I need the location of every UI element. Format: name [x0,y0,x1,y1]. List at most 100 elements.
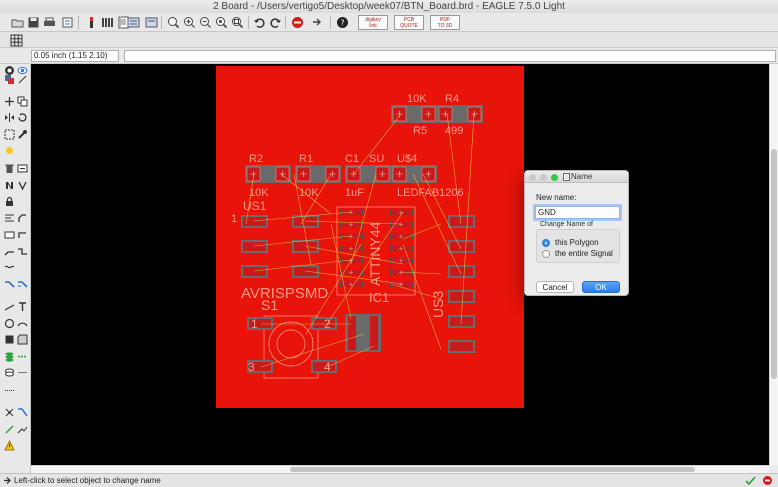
route-blue-icon[interactable] [3,278,15,290]
label-s1-pin3: 3 [248,360,255,374]
optimize-icon[interactable] [16,228,28,240]
main-toolbar: ? digikey link PCB QUOTE PDF TO 3D [0,13,778,32]
cancel-button[interactable]: Cancel [536,281,574,293]
attribute-icon[interactable] [16,366,28,378]
label-us1-pin1: 1 [231,213,237,225]
via-icon[interactable] [3,350,15,362]
minimize-button[interactable] [540,174,547,181]
stop-icon[interactable] [290,15,304,29]
display-layers-icon[interactable] [3,73,15,85]
ulp-list-icon[interactable] [144,15,158,29]
label-c1-name: C1 [345,153,359,165]
this-polygon-radio[interactable] [542,239,550,247]
undo-icon[interactable] [252,15,266,29]
close-button[interactable] [529,174,536,181]
miter-icon[interactable] [16,212,28,224]
value-icon[interactable] [16,179,28,191]
library-icon[interactable] [100,15,114,29]
hole-icon[interactable] [3,366,15,378]
open-icon[interactable] [10,15,24,29]
rect-icon[interactable] [3,333,15,345]
run-ulp-icon[interactable] [126,15,140,29]
polygon-icon[interactable] [16,333,28,345]
zoom-in-icon[interactable] [182,15,196,29]
pdf-to-3d-button[interactable]: PDF TO 3D [430,15,460,30]
cam-icon[interactable] [60,15,74,29]
redo-icon[interactable] [268,15,282,29]
dimension-icon[interactable] [3,384,15,396]
warning-icon[interactable] [3,439,15,451]
digikey-link-button[interactable]: digikey link [358,15,388,30]
ok-button[interactable]: OK [582,281,620,293]
delete-icon[interactable] [3,162,15,174]
arc-icon[interactable] [16,317,28,329]
print-icon[interactable] [42,15,56,29]
copy-icon[interactable] [16,95,28,107]
document-icon [563,173,570,181]
label-r5-name: R5 [413,125,427,137]
errors-icon[interactable] [16,423,28,435]
coordinate-bar: 0.05 inch (1.15 2.10) [0,48,778,64]
pcb-quote-button[interactable]: PCB QUOTE [394,15,424,30]
line-icon[interactable] [3,300,15,312]
board-switch-icon[interactable] [84,15,98,29]
dialog-title: Name [571,172,593,181]
signal-icon[interactable] [16,350,28,362]
entire-signal-label: the entire Signal [555,249,613,258]
go-icon[interactable] [310,15,324,29]
wire-icon[interactable] [3,261,15,273]
change-name-group: this Polygon the entire Signal [536,229,620,263]
label-c1-value: 1uF [345,187,364,199]
label-su-name: SU [369,153,384,165]
change-icon[interactable] [16,128,28,140]
auto-icon[interactable] [16,406,28,418]
move-icon[interactable] [3,95,15,107]
label-u4-name: U$4 [397,153,417,165]
add-icon[interactable] [16,162,28,174]
vertical-scrollbar[interactable] [769,64,778,465]
lock-icon[interactable] [3,195,15,207]
entire-signal-radio[interactable] [542,250,550,258]
paste-icon[interactable] [3,144,15,156]
ratsnest-icon[interactable] [3,406,15,418]
eagle-window: 2 Board - /Users/vertigo5/Desktop/week07… [0,0,778,487]
autoroute-icon[interactable] [16,278,28,290]
label-us1-name: US1 [243,199,267,213]
zoom-button[interactable] [551,174,558,181]
window-title-bar: 2 Board - /Users/vertigo5/Desktop/week07… [0,0,778,13]
smash-icon[interactable] [3,212,15,224]
save-icon[interactable] [26,15,40,29]
split-icon[interactable] [3,228,15,240]
tool-palette [0,64,31,473]
parameter-toolbar [0,32,778,48]
zoom-redraw-icon[interactable] [214,15,228,29]
group-icon[interactable] [3,128,15,140]
ripup-icon[interactable] [16,245,28,257]
label-r2-value: 10K [249,187,269,199]
label-r2-name: R2 [249,153,263,165]
mirror-icon[interactable] [3,111,15,123]
status-stop-icon[interactable] [762,475,773,486]
status-message: Left-click to select object to change na… [14,476,161,485]
zoom-out-icon[interactable] [198,15,212,29]
command-line-input[interactable] [124,50,776,62]
name-icon[interactable] [3,179,15,191]
zoom-select-icon[interactable] [230,15,244,29]
name-dialog: Name New name: GND this Polygon the enti… [524,170,629,296]
change-name-group-label: Change Name of [539,221,594,228]
grid-icon[interactable] [9,33,23,47]
circle-icon[interactable] [3,317,15,329]
label-r1-name: R1 [299,153,313,165]
mark-icon[interactable] [16,73,28,85]
new-name-input[interactable]: GND [535,206,620,219]
label-s1-name: S1 [261,297,278,313]
zoom-fit-icon[interactable] [166,15,180,29]
board-drawing: 10K R4 R5 499 R2 R1 C1 SU U$4 10K 10K 1u… [216,66,524,408]
erc-icon[interactable] [3,423,15,435]
text-icon[interactable] [16,300,28,312]
help-icon[interactable]: ? [335,15,349,29]
rotate-icon[interactable] [16,111,28,123]
horizontal-scrollbar[interactable] [31,465,769,473]
board-canvas[interactable]: 10K R4 R5 499 R2 R1 C1 SU U$4 10K 10K 1u… [31,64,769,465]
route-icon[interactable] [3,245,15,257]
